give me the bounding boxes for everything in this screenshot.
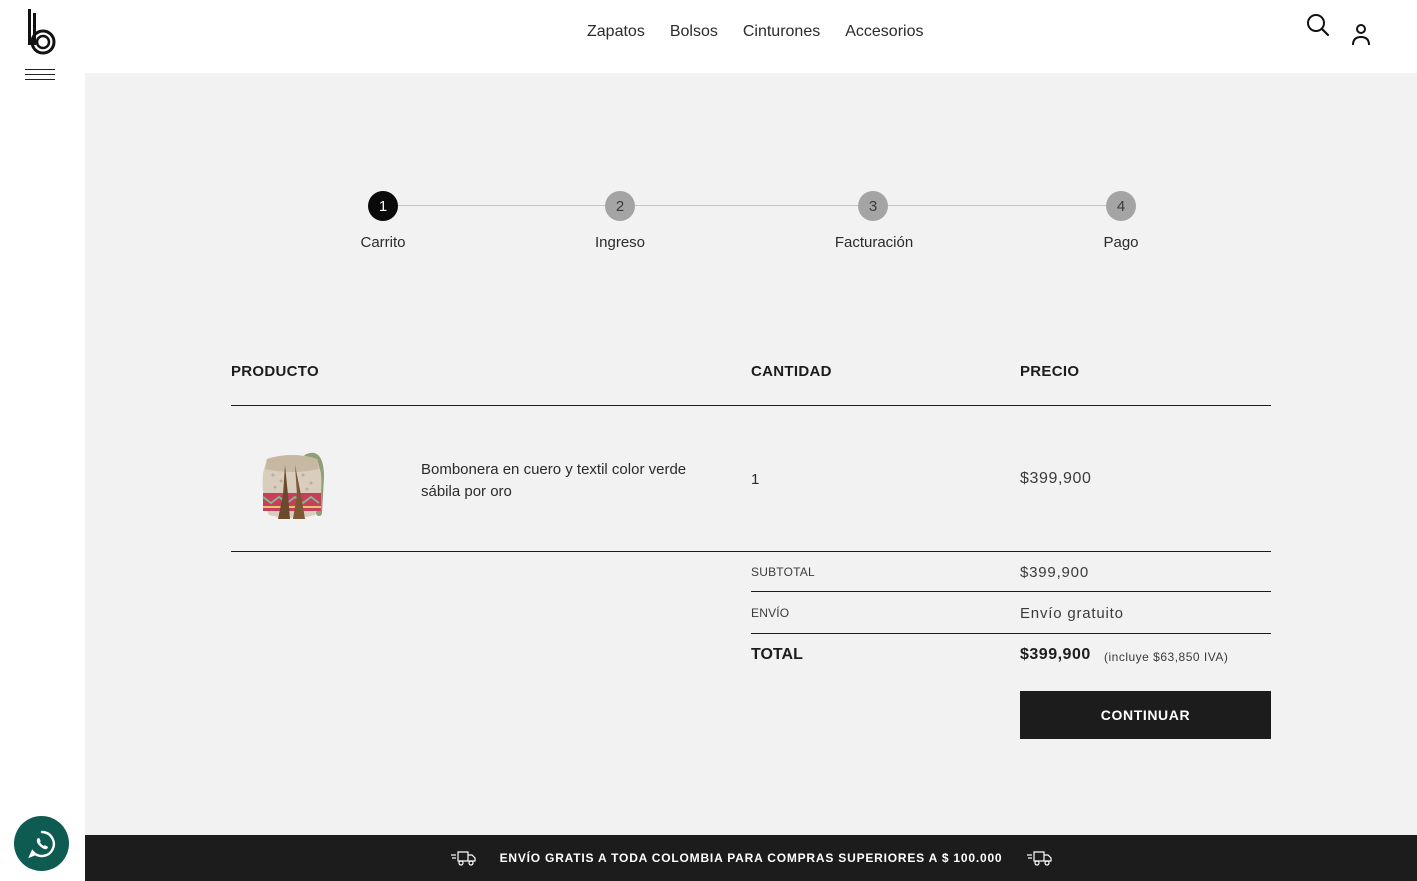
table-row-divider xyxy=(231,551,1271,552)
banner-text: ENVÍO GRATIS A TODA COLOMBIA PARA COMPRA… xyxy=(499,851,1003,865)
hamburger-line xyxy=(25,69,55,70)
search-icon[interactable] xyxy=(1306,13,1330,37)
stepper-connector xyxy=(635,205,859,206)
continue-button[interactable]: CONTINUAR xyxy=(1020,691,1271,739)
shipping-value: Envío gratuito xyxy=(1020,605,1124,622)
brand-logo[interactable] xyxy=(26,9,56,55)
nav-item-zapatos[interactable]: Zapatos xyxy=(587,23,645,41)
nav-item-bolsos[interactable]: Bolsos xyxy=(670,23,718,41)
stepper-connector xyxy=(398,205,606,206)
table-header-divider xyxy=(231,405,1271,406)
hamburger-menu-button[interactable] xyxy=(25,69,55,83)
nav-item-cinturones[interactable]: Cinturones xyxy=(743,23,820,41)
left-rail xyxy=(0,0,85,881)
step-4-label: Pago xyxy=(1103,234,1139,251)
delivery-truck-icon xyxy=(450,851,476,866)
product-name[interactable]: Bombonera en cuero y textil color verde … xyxy=(421,459,721,503)
product-price: $399,900 xyxy=(1020,470,1092,487)
col-header-price: PRECIO xyxy=(1020,363,1080,380)
product-thumbnail[interactable] xyxy=(247,435,337,527)
shipping-label: ENVÍO xyxy=(751,606,790,620)
step-3-circle[interactable]: 3 xyxy=(858,191,888,221)
summary-divider xyxy=(751,591,1271,592)
top-header: Zapatos Bolsos Cinturones Accesorios xyxy=(85,0,1417,73)
cart-panel: 1 2 3 4 Carrito Ingreso Facturación Pago… xyxy=(85,73,1417,835)
whatsapp-button[interactable] xyxy=(14,816,69,871)
step-1-circle[interactable]: 1 xyxy=(368,191,398,221)
user-icon[interactable] xyxy=(1350,22,1372,46)
step-2-label: Ingreso xyxy=(594,234,646,251)
col-header-product: PRODUCTO xyxy=(231,363,319,380)
total-tax-note: (incluye $63,850 IVA) xyxy=(1104,650,1229,664)
total-value: $399,900 xyxy=(1020,646,1091,663)
total-label: TOTAL xyxy=(751,646,803,663)
stepper-connector xyxy=(888,205,1106,206)
whatsapp-icon xyxy=(27,830,55,858)
step-1-label: Carrito xyxy=(360,234,406,251)
summary-divider xyxy=(751,633,1271,634)
hamburger-line xyxy=(25,74,55,75)
step-3-label: Facturación xyxy=(834,234,914,251)
free-shipping-banner: ENVÍO GRATIS A TODA COLOMBIA PARA COMPRA… xyxy=(85,835,1417,881)
main-nav: Zapatos Bolsos Cinturones Accesorios xyxy=(587,23,923,41)
product-quantity: 1 xyxy=(751,471,760,488)
subtotal-label: SUBTOTAL xyxy=(751,565,815,579)
hamburger-line xyxy=(25,79,55,80)
col-header-quantity: CANTIDAD xyxy=(751,363,832,380)
delivery-truck-icon xyxy=(1027,851,1053,866)
step-2-circle[interactable]: 2 xyxy=(605,191,635,221)
nav-item-accesorios[interactable]: Accesorios xyxy=(845,23,923,41)
subtotal-value: $399,900 xyxy=(1020,564,1089,581)
step-4-circle[interactable]: 4 xyxy=(1106,191,1136,221)
